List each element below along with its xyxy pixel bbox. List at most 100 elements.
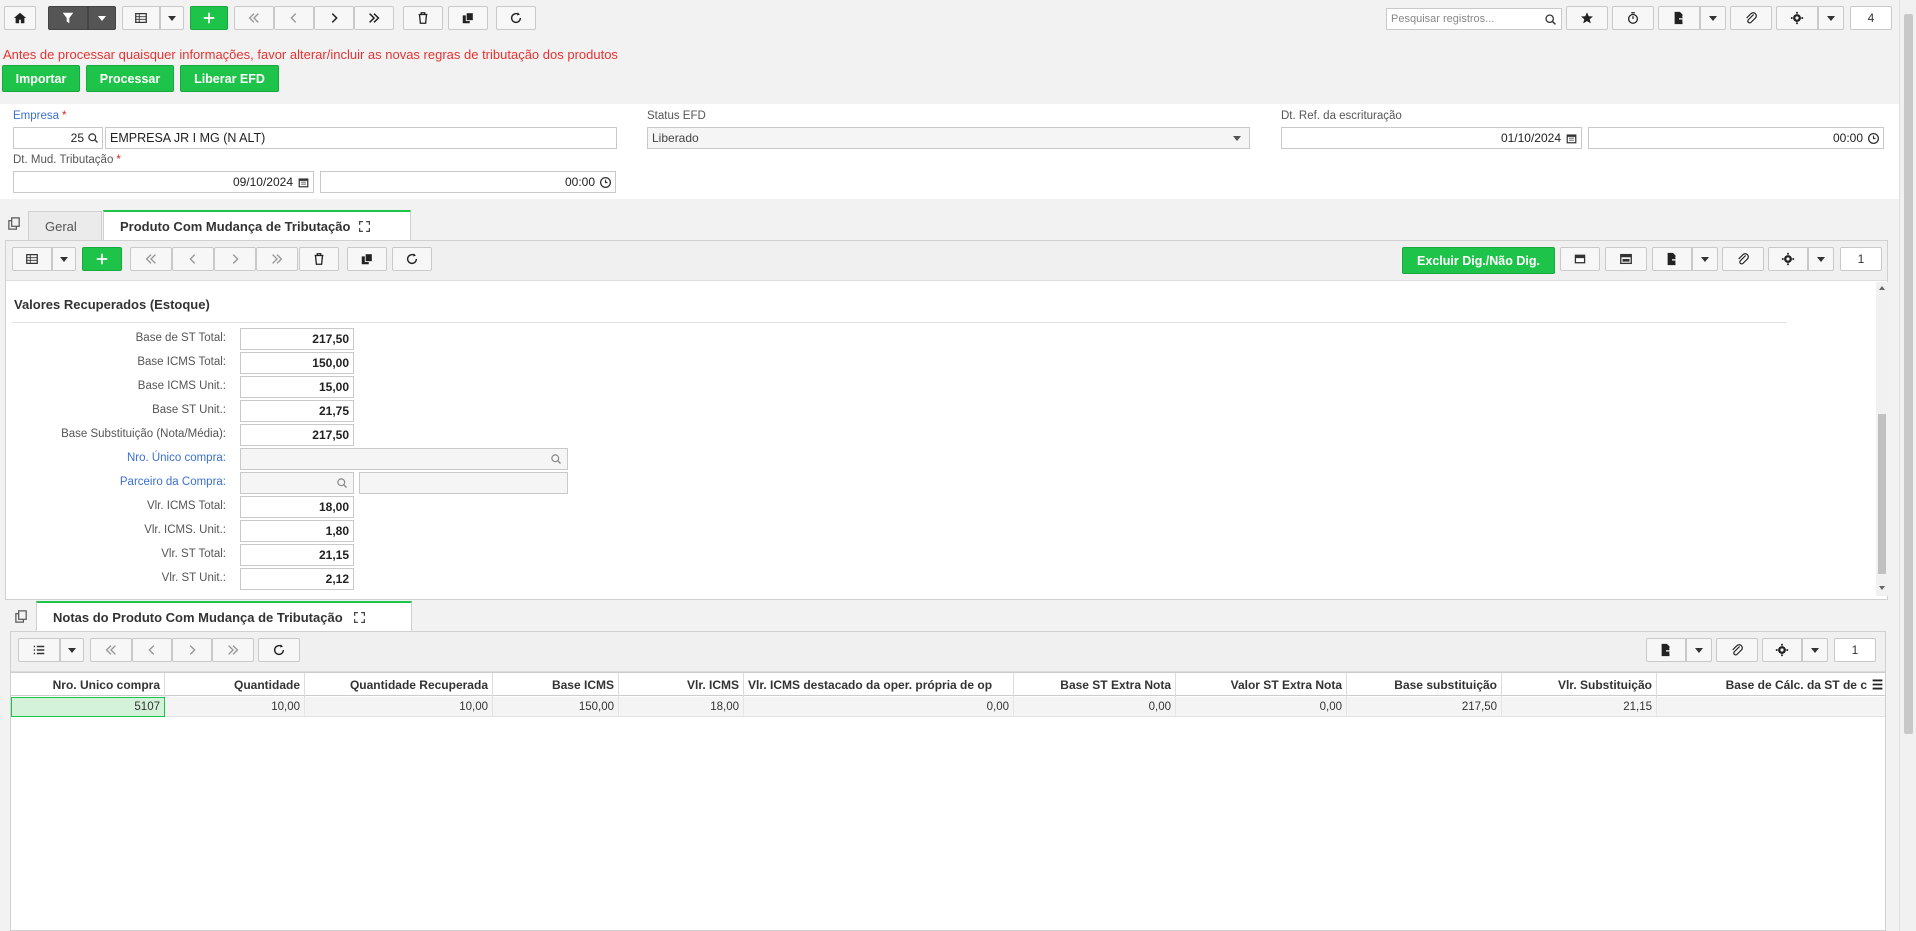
notes-export-dropdown-button[interactable] (1686, 638, 1712, 662)
detail-scrollbar[interactable] (1876, 282, 1888, 596)
notes-previous-button[interactable] (132, 638, 172, 662)
grid-header[interactable]: Quantidade (165, 673, 305, 697)
detail-duplicate-button[interactable] (347, 247, 387, 271)
search-icon[interactable] (87, 132, 99, 144)
first-record-button[interactable] (234, 6, 274, 30)
favorite-button[interactable] (1566, 6, 1608, 30)
previous-record-button[interactable] (274, 6, 314, 30)
filter-button[interactable] (48, 6, 88, 30)
notes-refresh-button[interactable] (258, 638, 300, 662)
empresa-code-field[interactable]: 25 (13, 127, 103, 149)
notes-next-button[interactable] (172, 638, 212, 662)
grid-header[interactable]: Base ICMS (493, 673, 619, 697)
scrollbar-thumb[interactable] (1904, 14, 1913, 734)
grid-view-button[interactable] (122, 6, 160, 30)
detail-next-button[interactable] (214, 247, 256, 271)
grid-header[interactable]: Vlr. Substituição (1502, 673, 1657, 697)
notes-settings-button[interactable] (1762, 638, 1802, 662)
dt-mud-date-field[interactable]: 09/10/2024 (13, 171, 314, 193)
tab-general[interactable]: Geral (28, 211, 102, 241)
release-efd-button[interactable]: Liberar EFD (180, 65, 279, 92)
refresh-button[interactable] (496, 6, 536, 30)
add-button[interactable] (190, 6, 228, 30)
table-cell[interactable]: 10,00 (165, 697, 305, 717)
view-dropdown-button[interactable] (160, 6, 184, 30)
notes-attachment-button[interactable] (1716, 638, 1758, 662)
detail-settings-dropdown-button[interactable] (1808, 247, 1834, 271)
search-input[interactable]: Pesquisar registros... (1386, 8, 1562, 30)
copy-tabs-icon[interactable] (14, 609, 29, 624)
card-view-button[interactable] (1560, 247, 1600, 271)
table-cell[interactable]: 18,00 (619, 697, 744, 717)
detail-export-button[interactable] (1652, 247, 1692, 271)
copy-tabs-icon[interactable] (7, 216, 22, 231)
table-cell[interactable]: 217,50 (1347, 697, 1502, 717)
delete-button[interactable] (403, 6, 443, 30)
home-button[interactable] (4, 6, 36, 30)
table-cell[interactable]: 21,15 (1502, 697, 1657, 717)
dt-ref-time-field[interactable]: 00:00 (1588, 127, 1884, 149)
base-icms-total-field[interactable]: 150,00 (240, 352, 354, 374)
scroll-up-arrow[interactable] (1879, 286, 1885, 290)
dt-ref-date-field[interactable]: 01/10/2024 (1281, 127, 1582, 149)
search-icon[interactable] (550, 453, 562, 465)
clock-icon[interactable] (1867, 132, 1880, 145)
table-cell[interactable]: 150,00 (493, 697, 619, 717)
table-cell[interactable]: 5107 (11, 697, 165, 717)
detail-view-dropdown-button[interactable] (52, 247, 76, 271)
column-menu-icon[interactable] (1871, 678, 1884, 691)
status-efd-select[interactable]: Liberado (647, 127, 1250, 149)
form-view-button[interactable] (1605, 247, 1647, 271)
grid-header[interactable]: Vlr. ICMS destacado da oper. própria de … (744, 673, 1014, 697)
detail-delete-button[interactable] (299, 247, 339, 271)
nro-unico-compra-field[interactable] (240, 448, 568, 470)
base-st-unit-field[interactable]: 21,75 (240, 400, 354, 422)
detail-add-button[interactable] (82, 247, 122, 271)
grid-header[interactable]: Vlr. ICMS (619, 673, 744, 697)
grid-header[interactable]: Quantidade Recuperada (305, 673, 493, 697)
notes-settings-dropdown-button[interactable] (1802, 638, 1828, 662)
parceiro-code-field[interactable] (240, 472, 354, 494)
grid-header[interactable]: Base substituição (1347, 673, 1502, 697)
grid-header[interactable]: Valor ST Extra Nota (1176, 673, 1347, 697)
timer-button[interactable] (1612, 6, 1654, 30)
scrollbar-thumb[interactable] (1878, 414, 1886, 574)
duplicate-button[interactable] (448, 6, 488, 30)
table-cell[interactable] (1657, 697, 1885, 717)
exclude-dig-button[interactable]: Excluir Dig./Não Dig. (1402, 247, 1555, 274)
detail-export-dropdown-button[interactable] (1692, 247, 1718, 271)
expand-icon[interactable] (358, 220, 371, 233)
vlr-icms-total-field[interactable]: 18,00 (240, 496, 354, 518)
base-substituicao-field[interactable]: 217,50 (240, 424, 354, 446)
last-record-button[interactable] (354, 6, 394, 30)
table-row[interactable]: 5107 10,00 10,00 150,00 18,00 0,00 0,00 … (11, 697, 1885, 717)
detail-settings-button[interactable] (1768, 247, 1808, 271)
calendar-icon[interactable] (297, 176, 310, 189)
vlr-icms-unit-field[interactable]: 1,80 (240, 520, 354, 542)
notes-view-dropdown-button[interactable] (60, 638, 84, 662)
expand-icon[interactable] (353, 611, 366, 624)
grid-header[interactable]: Nro. Unico compra (11, 673, 165, 697)
export-button[interactable] (1658, 6, 1700, 30)
export-dropdown-button[interactable] (1700, 6, 1726, 30)
dt-mud-time-field[interactable]: 00:00 (320, 171, 616, 193)
settings-dropdown-button[interactable] (1818, 6, 1844, 30)
notes-list-view-button[interactable] (18, 638, 60, 662)
tab-notes[interactable]: Notas do Produto Com Mudança de Tributaç… (36, 601, 412, 632)
calendar-icon[interactable] (1565, 132, 1578, 145)
next-record-button[interactable] (314, 6, 354, 30)
vlr-st-unit-field[interactable]: 2,12 (240, 568, 354, 590)
table-cell[interactable]: 10,00 (305, 697, 493, 717)
clock-icon[interactable] (599, 176, 612, 189)
detail-first-button[interactable] (130, 247, 172, 271)
filter-dropdown-button[interactable] (88, 6, 116, 30)
attachment-button[interactable] (1730, 6, 1772, 30)
detail-previous-button[interactable] (172, 247, 214, 271)
detail-grid-view-button[interactable] (12, 247, 52, 271)
process-button[interactable]: Processar (86, 65, 174, 92)
notes-first-button[interactable] (90, 638, 132, 662)
base-icms-unit-field[interactable]: 15,00 (240, 376, 354, 398)
search-icon[interactable] (336, 477, 348, 489)
import-button[interactable]: Importar (2, 65, 80, 92)
page-scrollbar[interactable] (1899, 0, 1916, 931)
